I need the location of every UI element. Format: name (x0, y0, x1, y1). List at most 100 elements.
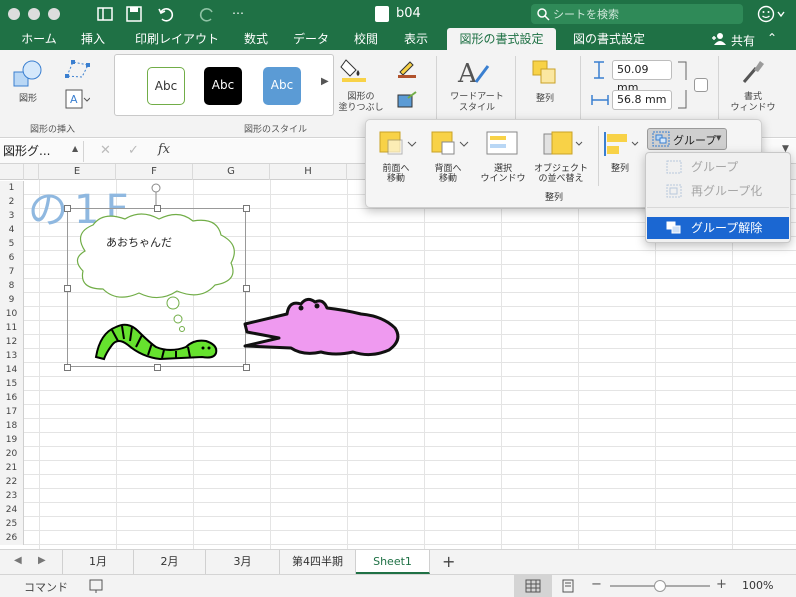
row-header[interactable]: 26 (0, 531, 24, 545)
add-sheet-button[interactable]: + (442, 552, 455, 571)
sheet-tab-feb[interactable]: 2月 (134, 550, 206, 574)
shape-height-field[interactable]: 50.09 mm (612, 60, 672, 94)
shape-effects-icon[interactable] (396, 90, 422, 110)
wordart-icon[interactable]: A (454, 56, 494, 88)
send-backward-label[interactable]: 背面へ 移動 (424, 164, 472, 184)
column-header[interactable] (24, 164, 39, 180)
name-box-stepper-icon[interactable]: ▲ (72, 144, 78, 153)
row-header[interactable]: 23 (0, 489, 24, 503)
close-window-button[interactable] (8, 8, 20, 20)
undo-icon[interactable] (156, 4, 176, 24)
column-header-f[interactable]: F (116, 164, 193, 180)
tab-page-layout[interactable]: 印刷レイアウト (124, 28, 230, 50)
row-header[interactable]: 3 (0, 209, 24, 223)
row-header[interactable]: 22 (0, 475, 24, 489)
user-account-icon[interactable] (757, 5, 787, 23)
shapes-icon[interactable] (12, 58, 44, 90)
zoom-percentage[interactable]: 100% (742, 579, 773, 592)
search-input[interactable] (553, 4, 738, 24)
tab-data[interactable]: データ (286, 28, 336, 50)
format-pane-icon[interactable] (740, 58, 766, 86)
zoom-slider[interactable] (610, 580, 710, 592)
resize-handle[interactable] (243, 364, 250, 371)
row-header[interactable]: 10 (0, 307, 24, 321)
worm-shape[interactable] (90, 317, 222, 363)
save-icon[interactable] (124, 4, 144, 24)
edit-points-icon[interactable] (64, 58, 92, 80)
row-header[interactable]: 6 (0, 251, 24, 265)
menu-item-regroup[interactable]: 再グループ化 (647, 180, 789, 202)
align-label[interactable]: 整列 (604, 164, 636, 174)
cancel-entry-icon[interactable]: ✕ (100, 143, 111, 158)
customize-toolbar-icon[interactable]: ⋯ (232, 6, 244, 20)
scroll-tabs-left-icon[interactable]: ◀ (14, 555, 22, 566)
zoom-out-button[interactable]: − (591, 577, 602, 592)
row-header[interactable]: 2 (0, 195, 24, 209)
arrange-label[interactable]: 整列 (531, 94, 559, 105)
resize-handle[interactable] (153, 364, 161, 371)
tab-review[interactable]: 校閲 (346, 28, 386, 50)
collapse-ribbon-icon[interactable]: ⌃ (767, 31, 777, 45)
reorder-objects-icon[interactable] (542, 130, 584, 158)
text-box-icon[interactable]: A (64, 88, 90, 110)
bring-forward-label[interactable]: 前面へ 移動 (372, 164, 420, 184)
gallery-next-icon[interactable]: ▶ (321, 76, 329, 87)
format-pane-label[interactable]: 書式 ウィンドウ (726, 92, 780, 114)
row-header[interactable]: 20 (0, 447, 24, 461)
scroll-tabs-right-icon[interactable]: ▶ (38, 555, 46, 566)
send-backward-icon[interactable] (430, 130, 470, 158)
row-header[interactable]: 5 (0, 237, 24, 251)
zoom-in-button[interactable]: + (716, 577, 727, 592)
tab-insert[interactable]: 挿入 (74, 28, 112, 50)
row-header[interactable]: 7 (0, 265, 24, 279)
row-header[interactable]: 19 (0, 433, 24, 447)
row-header[interactable]: 15 (0, 377, 24, 391)
sheet-tab-mar[interactable]: 3月 (206, 550, 280, 574)
resize-handle[interactable] (243, 205, 250, 212)
row-header[interactable]: 14 (0, 363, 24, 377)
group-dropdown-button[interactable]: グループ ▼ (647, 128, 727, 150)
style-sample-outline[interactable]: Abc (147, 67, 185, 105)
macro-record-icon[interactable] (88, 578, 104, 594)
bring-forward-icon[interactable] (378, 130, 418, 158)
resize-handle[interactable] (64, 284, 71, 292)
wordart-styles-label[interactable]: ワードアート スタイル (446, 92, 508, 114)
style-sample-blue[interactable]: Abc (263, 67, 301, 105)
tab-formulas[interactable]: 数式 (236, 28, 276, 50)
column-header-e[interactable]: E (39, 164, 116, 180)
lock-aspect-checkbox[interactable] (694, 78, 708, 92)
shape-fill-label[interactable]: 図形の 塗りつぶし (338, 92, 384, 114)
selection-pane-icon[interactable] (486, 130, 518, 158)
zoom-slider-thumb[interactable] (654, 580, 666, 592)
row-header[interactable]: 13 (0, 349, 24, 363)
select-all-corner[interactable] (0, 164, 24, 180)
page-layout-view-icon[interactable] (560, 579, 576, 593)
add-person-icon[interactable] (711, 32, 727, 46)
insert-function-icon[interactable]: fx (158, 142, 170, 157)
row-header[interactable]: 12 (0, 335, 24, 349)
menu-item-group[interactable]: グループ (647, 156, 789, 178)
row-header[interactable]: 18 (0, 419, 24, 433)
row-header[interactable]: 8 (0, 279, 24, 293)
share-button[interactable]: 共有 (731, 32, 755, 49)
tab-picture-format[interactable]: 図の書式設定 (564, 28, 654, 50)
crocodile-shape[interactable] (241, 294, 407, 360)
sheet-tab-jan[interactable]: 1月 (62, 550, 134, 574)
row-header[interactable]: 21 (0, 461, 24, 475)
search-box[interactable] (531, 4, 743, 24)
sheet-tab-q4[interactable]: 第4四半期 (280, 550, 356, 574)
reorder-objects-label[interactable]: オブジェクト の並べ替え (526, 164, 596, 184)
zoom-window-button[interactable] (48, 8, 60, 20)
row-header[interactable]: 17 (0, 405, 24, 419)
redo-icon[interactable] (197, 4, 217, 24)
style-sample-dark[interactable]: Abc (204, 67, 242, 105)
column-header-g[interactable]: G (193, 164, 270, 180)
align-icon[interactable] (602, 130, 642, 158)
row-header[interactable]: 16 (0, 391, 24, 405)
shape-width-field[interactable]: 56.8 mm (612, 90, 672, 110)
row-header[interactable]: 1 (0, 181, 24, 195)
sidebar-icon[interactable] (95, 4, 115, 24)
resize-handle[interactable] (64, 364, 71, 371)
minimize-window-button[interactable] (28, 8, 40, 20)
row-header[interactable]: 25 (0, 517, 24, 531)
